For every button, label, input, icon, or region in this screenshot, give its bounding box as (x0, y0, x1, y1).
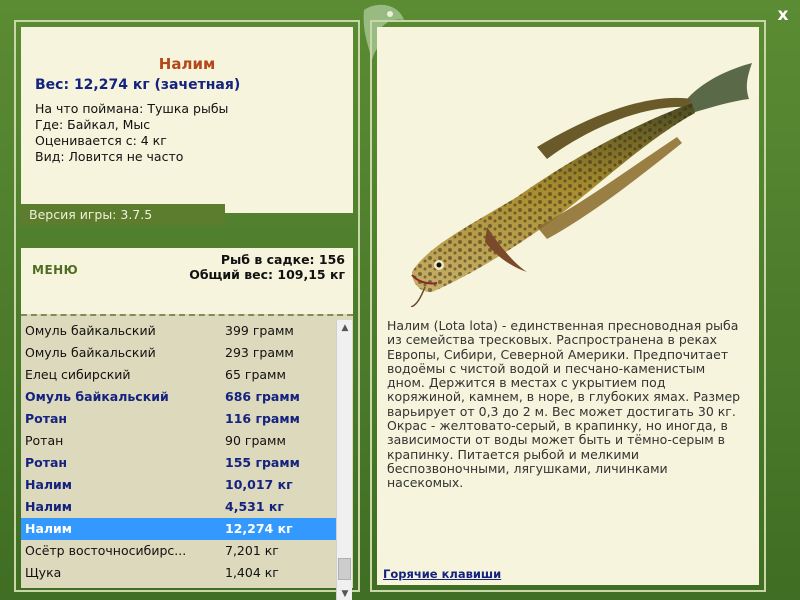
catch-fish-weight: 1,404 кг (225, 565, 279, 580)
catch-fish-weight: 155 грамм (225, 455, 300, 470)
catch-list-row[interactable]: Щука 1,404 кг (21, 562, 337, 584)
fish-info-card: Налим Вес: 12,274 кг (зачетная) На что п… (21, 27, 353, 213)
catch-fish-name: Щука (25, 565, 62, 580)
total-weight: Общий вес: 109,15 кг (189, 267, 345, 282)
scroll-down-arrow-icon[interactable]: ▼ (337, 586, 353, 600)
catch-list-row[interactable]: Ротан 90 грамм (21, 430, 337, 452)
catch-list-row[interactable]: Омуль байкальский 399 грамм (21, 320, 337, 342)
catch-fish-name: Ротан (25, 455, 68, 470)
catch-list-row[interactable]: Налим 10,017 кг (21, 474, 337, 496)
fish-description: Налим (Lota lota) - единственная преснов… (387, 318, 741, 491)
catch-fish-name: Ротан (25, 411, 68, 426)
right-panel: Налим (Lota lota) - единственная преснов… (370, 20, 766, 592)
catch-list-row[interactable]: Омуль байкальский 686 грамм (21, 386, 337, 408)
info-species-rarity: Вид: Ловится не часто (35, 149, 184, 164)
catch-list-scrollbar[interactable]: ▲ ▼ (336, 320, 352, 600)
catch-list-row[interactable]: Ротан 116 грамм (21, 408, 337, 430)
catch-fish-name: Ротан (25, 433, 64, 448)
catch-list-row[interactable]: Налим 12,274 кг (21, 518, 337, 540)
catch-list-row[interactable]: Осётр восточносибирс... 7,201 кг (21, 540, 337, 562)
catch-fish-name: Налим (25, 477, 73, 492)
catch-fish-weight: 4,531 кг (225, 499, 284, 514)
catch-fish-weight: 10,017 кг (225, 477, 293, 492)
menu-button[interactable]: МЕНЮ (32, 263, 78, 277)
info-location: Где: Байкал, Мыс (35, 117, 151, 132)
catch-fish-name: Осётр восточносибирс... (25, 543, 187, 558)
catch-fish-name: Омуль байкальский (25, 323, 156, 338)
info-bait: На что поймана: Тушка рыбы (35, 101, 229, 116)
catch-list-container: Омуль байкальский 399 грамм Омуль байкальс… (21, 314, 353, 600)
catch-fish-weight: 399 грамм (225, 323, 294, 338)
catch-list-row[interactable]: Налим 4,531 кг (21, 496, 337, 518)
catch-fish-weight: 293 грамм (225, 345, 294, 360)
scroll-up-arrow-icon[interactable]: ▲ (337, 320, 353, 336)
fish-weight: Вес: 12,274 кг (зачетная) (35, 77, 241, 93)
scroll-thumb[interactable] (338, 558, 351, 580)
catch-fish-name: Омуль байкальский (25, 389, 169, 404)
catch-fish-name: Налим (25, 499, 73, 514)
fish-count: Рыб в садке: 156 (220, 252, 345, 267)
catch-fish-weight: 686 грамм (225, 389, 300, 404)
fish-detail-card: Налим (Lota lota) - единственная преснов… (377, 27, 759, 585)
catch-fish-weight: 90 грамм (225, 433, 286, 448)
version-label: Версия игры: 3.7.5 (19, 204, 225, 226)
catch-list-row[interactable]: Елец сибирский 65 грамм (21, 364, 337, 386)
fish-info-lines: На что поймана: Тушка рыбы Где: Байкал, … (35, 101, 228, 165)
catch-fish-weight: 116 грамм (225, 411, 300, 426)
left-panel: Налим Вес: 12,274 кг (зачетная) На что п… (14, 20, 360, 600)
burbot-fish-image (410, 63, 752, 307)
catch-fish-weight: 65 грамм (225, 367, 286, 382)
catch-fish-weight: 7,201 кг (225, 543, 279, 558)
catch-list-row[interactable]: Ротан 155 грамм (21, 452, 337, 474)
close-button[interactable]: x (774, 6, 792, 24)
fish-title: Налим (158, 55, 216, 73)
catch-fish-weight: 12,274 кг (225, 521, 293, 536)
hotkeys-link[interactable]: Горячие клавиши (383, 567, 501, 581)
stats-area: МЕНЮ Рыб в садке: 156 Общий вес: 109,15 … (21, 248, 353, 314)
catch-fish-name: Налим (25, 521, 73, 536)
catch-fish-name: Елец сибирский (25, 367, 131, 382)
catch-fish-name: Омуль байкальский (25, 345, 156, 360)
info-rated-from: Оценивается с: 4 кг (35, 133, 167, 148)
keepnet-stats: Рыб в садке: 156 Общий вес: 109,15 кг (189, 252, 345, 282)
catch-list-row[interactable]: Омуль байкальский 293 грамм (21, 342, 337, 364)
catch-list[interactable]: Омуль байкальский 399 грамм Омуль байкальс… (21, 320, 337, 584)
